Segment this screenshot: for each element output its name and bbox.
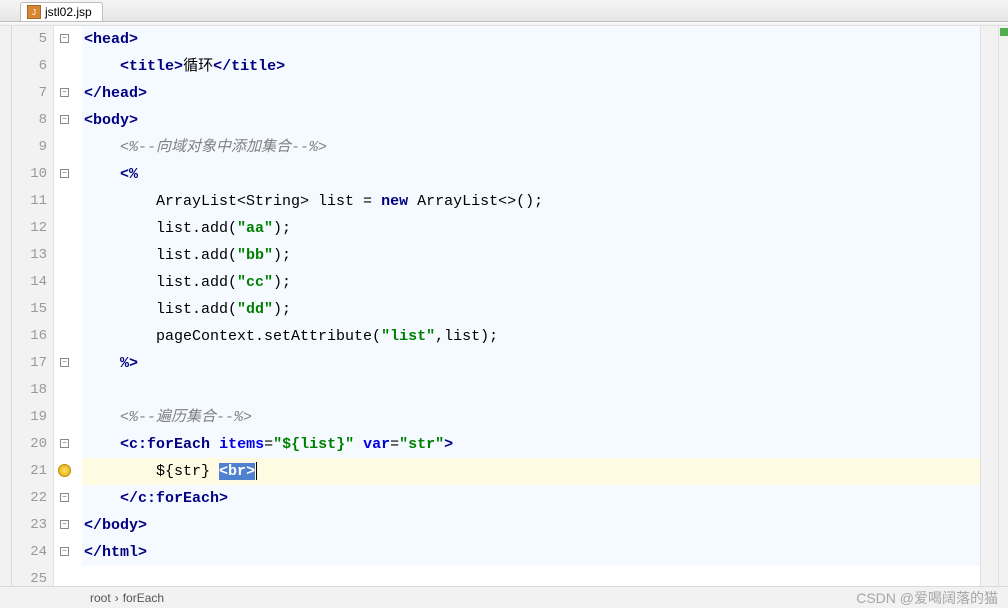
fold-toggle-icon[interactable]: − [60, 358, 69, 367]
breadcrumb-item[interactable]: root [90, 591, 111, 605]
tab-bar: J jstl02.jsp [0, 0, 1008, 22]
fold-toggle-icon[interactable]: − [60, 493, 69, 502]
fold-toggle-icon[interactable]: − [60, 547, 69, 556]
jsp-file-icon: J [27, 5, 41, 19]
breadcrumb-item[interactable]: forEach [123, 591, 164, 605]
fold-toggle-icon[interactable]: − [60, 439, 69, 448]
line-number-gutter: 56789 1011121314 1516171819 2021222324 2… [12, 26, 54, 586]
code-content[interactable]: <head> <title>循环</title> </head> <body> … [82, 26, 980, 586]
vertical-scrollbar[interactable] [980, 26, 998, 586]
fold-toggle-icon[interactable]: − [60, 169, 69, 178]
file-tab[interactable]: J jstl02.jsp [20, 2, 103, 21]
code-editor[interactable]: 56789 1011121314 1516171819 2021222324 2… [0, 26, 1008, 586]
text-cursor [256, 462, 257, 480]
analysis-ok-icon [1000, 28, 1008, 36]
fold-toggle-icon[interactable]: − [60, 520, 69, 529]
left-strip [0, 26, 12, 586]
current-line[interactable]: ${str} <br> [82, 458, 980, 485]
fold-gutter: − − − − − − − − − [54, 26, 82, 586]
intention-bulb-icon[interactable] [58, 464, 71, 477]
fold-toggle-icon[interactable]: − [60, 34, 69, 43]
file-tab-label: jstl02.jsp [45, 5, 92, 19]
fold-toggle-icon[interactable]: − [60, 115, 69, 124]
marker-strip [998, 26, 1008, 586]
breadcrumb-sep: › [115, 591, 119, 605]
fold-toggle-icon[interactable]: − [60, 88, 69, 97]
